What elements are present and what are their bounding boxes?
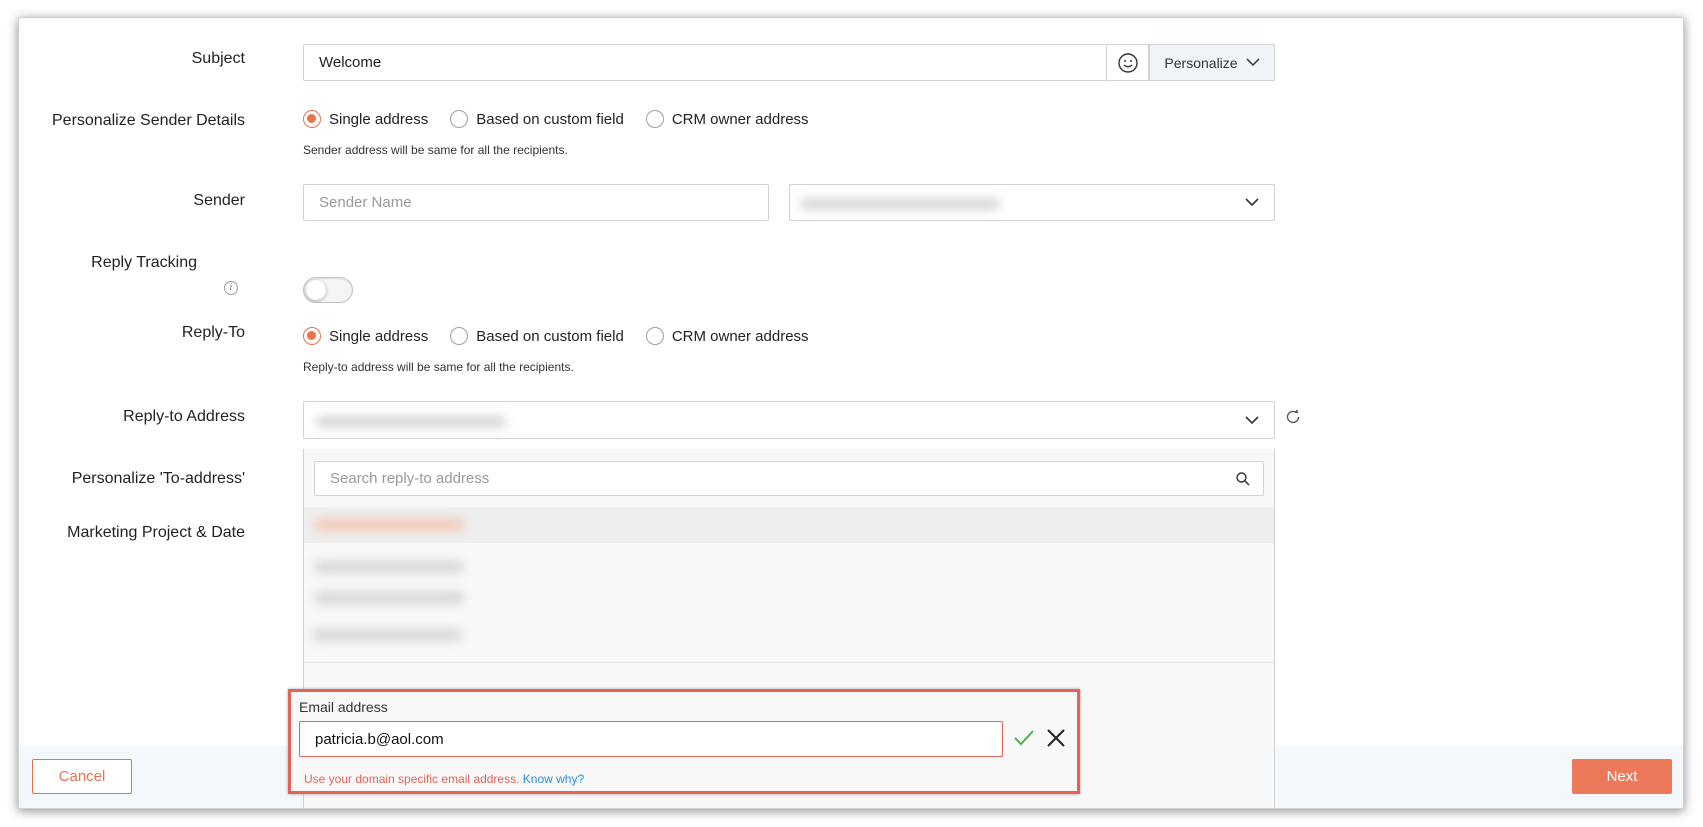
- sender-address-select[interactable]: [789, 184, 1275, 221]
- radio-label: CRM owner address: [671, 110, 809, 128]
- radio-label: Based on custom field: [476, 327, 624, 345]
- know-why-link[interactable]: Know why?: [523, 772, 584, 786]
- personalize-to-label: Personalize 'To-address': [71, 470, 245, 487]
- campaign-form-window: Subject Welcome Personalize Personalize …: [18, 17, 1684, 809]
- sender-details-radio-group: Single address Based on custom field CRM…: [303, 110, 831, 128]
- sender-hint: Sender address will be same for all the …: [303, 143, 568, 157]
- redacted-address-item[interactable]: [314, 592, 464, 604]
- redacted-address: [314, 519, 464, 531]
- email-address-input[interactable]: patricia.b@aol.com: [299, 721, 1003, 757]
- sender-option-single[interactable]: Single address: [303, 110, 428, 128]
- sender-name-input[interactable]: Sender Name: [303, 184, 769, 221]
- reply-to-radio-group: Single address Based on custom field CRM…: [303, 327, 831, 345]
- reply-to-label: Reply-To: [181, 324, 245, 341]
- search-reply-to-input[interactable]: Search reply-to address: [314, 461, 1264, 496]
- sender-label: Sender: [193, 192, 245, 209]
- chevron-down-icon: [1245, 198, 1259, 207]
- sender-option-crm-owner[interactable]: CRM owner address: [645, 110, 809, 128]
- confirm-check-icon[interactable]: [1013, 729, 1035, 747]
- reply-to-option-single[interactable]: Single address: [303, 327, 428, 345]
- sender-option-custom-field[interactable]: Based on custom field: [450, 110, 624, 128]
- redacted-sender-address: [800, 198, 1000, 210]
- radio-unselected-icon: [450, 327, 469, 345]
- radio-selected-icon: [303, 327, 321, 345]
- info-icon[interactable]: i: [224, 281, 238, 295]
- personalize-button[interactable]: Personalize: [1149, 44, 1275, 81]
- next-button[interactable]: Next: [1572, 759, 1672, 794]
- radio-label: Based on custom field: [476, 110, 624, 128]
- reply-to-option-custom-field[interactable]: Based on custom field: [450, 327, 624, 345]
- search-placeholder: Search reply-to address: [330, 470, 490, 487]
- reply-to-address-select[interactable]: [303, 401, 1275, 439]
- radio-label: Single address: [329, 110, 429, 128]
- subject-input[interactable]: Welcome: [303, 44, 1107, 81]
- emoji-button[interactable]: [1107, 44, 1149, 81]
- radio-unselected-icon: [450, 110, 469, 128]
- redacted-address-item[interactable]: [312, 629, 462, 641]
- radio-unselected-icon: [645, 327, 664, 345]
- cancel-button[interactable]: Cancel: [32, 759, 132, 794]
- reply-to-hint: Reply-to address will be same for all th…: [303, 360, 574, 374]
- email-address-value: patricia.b@aol.com: [315, 730, 444, 748]
- reply-tracking-toggle[interactable]: [303, 277, 353, 303]
- chevron-down-icon: [1245, 415, 1259, 424]
- radio-selected-icon: [303, 110, 321, 128]
- redacted-reply-address: [316, 416, 506, 428]
- reply-tracking-label: Reply Tracking: [91, 254, 197, 271]
- email-error-text: Use your domain specific email address.: [304, 772, 520, 786]
- marketing-project-label: Marketing Project & Date: [67, 524, 245, 541]
- search-icon: [1236, 472, 1250, 486]
- reply-to-address-label: Reply-to Address: [123, 408, 245, 425]
- refresh-icon[interactable]: [1284, 408, 1302, 426]
- subject-value: Welcome: [319, 54, 382, 71]
- email-error-message: Use your domain specific email address. …: [304, 772, 584, 786]
- chevron-down-icon: [1246, 58, 1260, 67]
- list-item-highlighted[interactable]: [304, 507, 1274, 543]
- sender-name-placeholder: Sender Name: [319, 194, 412, 211]
- radio-label: CRM owner address: [671, 327, 809, 345]
- email-address-label: Email address: [299, 699, 388, 715]
- subject-label: Subject: [191, 50, 245, 67]
- redacted-address-item[interactable]: [314, 561, 464, 573]
- close-icon[interactable]: [1046, 728, 1066, 748]
- sender-details-label: Personalize Sender Details: [52, 112, 245, 129]
- reply-to-option-crm-owner[interactable]: CRM owner address: [645, 327, 809, 345]
- radio-unselected-icon: [645, 110, 664, 128]
- toggle-knob: [306, 280, 326, 300]
- radio-label: Single address: [329, 327, 429, 345]
- personalize-label: Personalize: [1164, 54, 1238, 71]
- smiley-icon: [1117, 52, 1138, 73]
- add-email-box: Email address patricia.b@aol.com Use you…: [288, 689, 1080, 794]
